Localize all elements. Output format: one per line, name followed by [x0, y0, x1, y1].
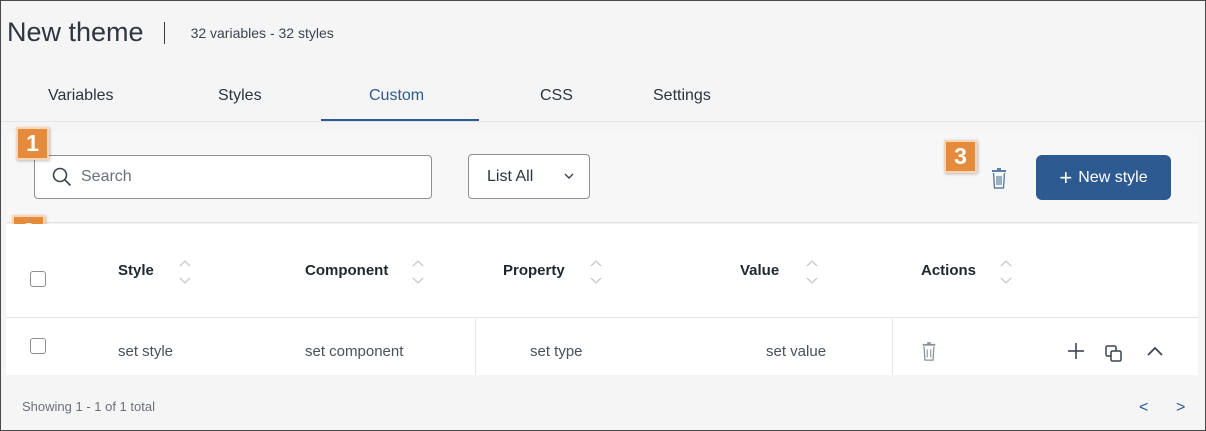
active-tab-indicator	[321, 119, 479, 121]
column-divider	[475, 319, 476, 375]
page-title: New theme	[7, 17, 144, 47]
styles-table: Style Component Property Value Actions s…	[6, 224, 1198, 375]
tab-custom[interactable]: Custom	[369, 87, 424, 105]
page-header: New theme 32 variables - 32 styles	[7, 17, 334, 48]
column-header-actions[interactable]: Actions	[921, 262, 976, 279]
pagination-summary: Showing 1 - 1 of 1 total	[22, 399, 155, 414]
callout-1: 1	[16, 127, 49, 160]
title-divider	[163, 21, 165, 44]
new-style-button[interactable]: + New style	[1036, 155, 1171, 200]
column-divider	[892, 319, 893, 375]
app-frame: New theme 32 variables - 32 styles Varia…	[0, 0, 1206, 431]
trash-icon[interactable]	[989, 168, 1009, 190]
plus-icon[interactable]	[1066, 341, 1086, 361]
next-page-button[interactable]: >	[1176, 399, 1185, 417]
search-icon	[52, 167, 71, 186]
select-all-checkbox[interactable]	[30, 271, 46, 287]
tab-styles[interactable]: Styles	[218, 87, 262, 105]
tab-variables[interactable]: Variables	[48, 87, 114, 105]
toolbar: List All + New style	[6, 133, 1198, 223]
new-style-label: New style	[1078, 168, 1148, 186]
column-header-value[interactable]: Value	[740, 262, 779, 279]
list-filter-select[interactable]: List All	[468, 154, 590, 199]
column-header-component[interactable]: Component	[305, 262, 388, 279]
cell-style[interactable]: set style	[118, 343, 173, 360]
cell-property[interactable]: set type	[530, 343, 583, 360]
sort-icon[interactable]	[805, 255, 819, 289]
plus-icon: +	[1059, 164, 1073, 190]
tab-settings[interactable]: Settings	[653, 87, 711, 105]
row-checkbox[interactable]	[30, 338, 46, 354]
duplicate-icon[interactable]	[1104, 344, 1124, 364]
search-box[interactable]	[34, 155, 432, 199]
trash-icon[interactable]	[920, 342, 938, 362]
sort-icon[interactable]	[411, 255, 425, 289]
sort-icon[interactable]	[178, 255, 192, 289]
search-input[interactable]	[81, 168, 401, 186]
page-subtitle: 32 variables - 32 styles	[190, 24, 334, 41]
tab-css[interactable]: CSS	[540, 87, 573, 105]
column-header-property[interactable]: Property	[503, 262, 565, 279]
sort-icon[interactable]	[589, 255, 603, 289]
table-header: Style Component Property Value Actions	[6, 224, 1198, 318]
cell-value[interactable]: set value	[766, 343, 826, 360]
table-row: set style set component set type set val…	[6, 319, 1198, 375]
chevron-up-icon[interactable]	[1145, 343, 1165, 359]
callout-3: 3	[944, 140, 977, 173]
prev-page-button[interactable]: <	[1139, 399, 1148, 417]
tab-bar: Variables Styles Custom CSS Settings	[1, 73, 1205, 122]
column-header-style[interactable]: Style	[118, 262, 154, 279]
chevron-down-icon	[564, 173, 574, 179]
sort-icon[interactable]	[999, 255, 1013, 289]
list-filter-value: List All	[487, 167, 534, 185]
cell-component[interactable]: set component	[305, 343, 403, 360]
